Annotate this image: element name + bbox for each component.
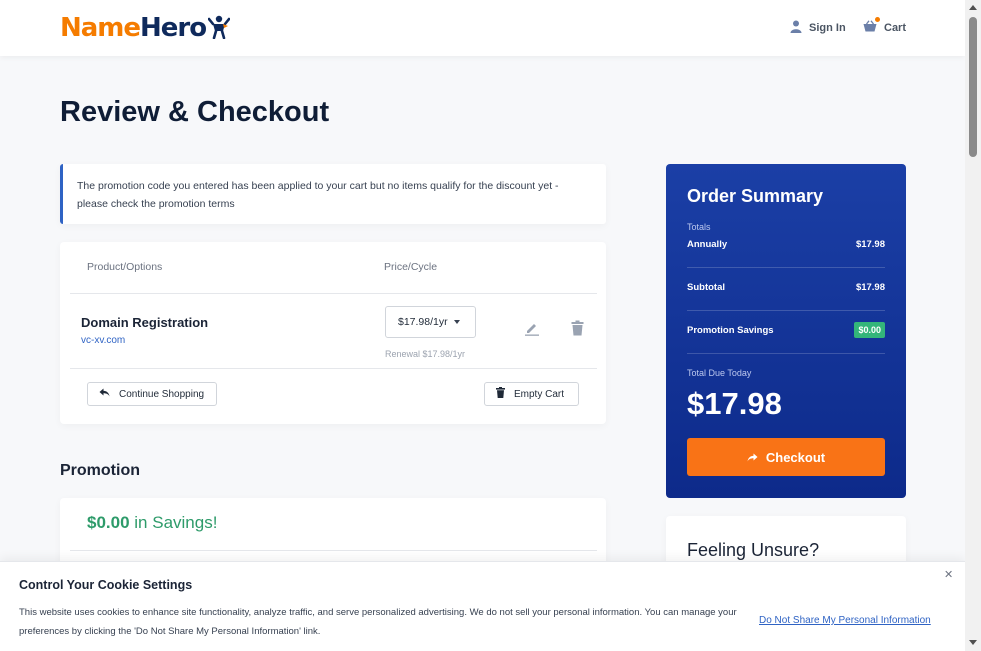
savings-amount: $0.00 bbox=[87, 513, 130, 532]
subtotal-value: $17.98 bbox=[855, 282, 885, 293]
page-title: Review & Checkout bbox=[60, 96, 330, 128]
cart-label: Cart bbox=[884, 21, 907, 34]
scrollbar-thumb[interactable] bbox=[969, 17, 977, 157]
column-header-product: Product/Options bbox=[87, 261, 163, 273]
checkout-label: Checkout bbox=[765, 449, 826, 465]
continue-shopping-button[interactable]: Continue Shopping bbox=[87, 382, 217, 406]
cookie-banner-text: This website uses cookies to enhance sit… bbox=[19, 607, 737, 637]
checkout-button[interactable]: Checkout bbox=[687, 438, 885, 476]
scroll-up-arrow-icon[interactable] bbox=[969, 5, 977, 10]
logo-text-hero: Hero bbox=[140, 13, 207, 43]
trash-icon bbox=[496, 387, 505, 401]
billing-cycle-select[interactable]: $17.98/1yr bbox=[385, 306, 476, 338]
cart-notification-dot bbox=[875, 17, 880, 22]
savings-summary: $0.00 in Savings! bbox=[87, 513, 217, 533]
divider bbox=[70, 368, 597, 369]
alert-message: The promotion code you entered has been … bbox=[77, 180, 559, 210]
divider bbox=[687, 267, 885, 268]
empty-cart-label: Empty Cart bbox=[514, 388, 565, 400]
share-arrow-icon bbox=[747, 450, 758, 465]
annually-value: $17.98 bbox=[855, 239, 885, 250]
billing-cycle-value: $17.98/1yr bbox=[398, 316, 448, 328]
cart-link[interactable]: Cart bbox=[863, 17, 907, 35]
user-icon bbox=[790, 20, 802, 36]
total-due-value: $17.98 bbox=[687, 386, 782, 421]
annually-label: Annually bbox=[687, 239, 728, 250]
sign-in-label: Sign In bbox=[809, 22, 846, 34]
savings-suffix: in Savings! bbox=[134, 513, 218, 532]
logo-text-name: Name bbox=[60, 13, 141, 43]
cookie-banner-title: Control Your Cookie Settings bbox=[19, 578, 193, 592]
site-header: NameHero Sign In Cart bbox=[0, 0, 965, 56]
sign-in-link[interactable]: Sign In bbox=[790, 20, 846, 36]
renewal-price: Renewal $17.98/1yr bbox=[385, 349, 466, 359]
subtotal-row: Subtotal $17.98 bbox=[687, 282, 885, 293]
empty-cart-button[interactable]: Empty Cart bbox=[484, 382, 579, 406]
divider bbox=[687, 353, 885, 354]
column-header-price: Price/Cycle bbox=[384, 261, 438, 273]
promotion-savings-row: Promotion Savings $0.00 bbox=[687, 322, 885, 338]
edit-icon[interactable] bbox=[524, 320, 540, 341]
promotion-heading: Promotion bbox=[60, 462, 140, 479]
promotion-savings-badge: $0.00 bbox=[854, 322, 885, 338]
divider bbox=[70, 293, 597, 294]
trash-icon[interactable] bbox=[571, 320, 584, 341]
namehero-logo[interactable]: NameHero bbox=[60, 12, 231, 47]
annually-row: Annually $17.98 bbox=[687, 239, 885, 250]
page-scrollbar[interactable] bbox=[965, 0, 981, 651]
continue-shopping-label: Continue Shopping bbox=[119, 388, 205, 400]
subtotal-label: Subtotal bbox=[687, 282, 725, 293]
item-domain-link[interactable]: vc-xv.com bbox=[81, 335, 125, 346]
basket-icon bbox=[863, 17, 880, 35]
hero-mascot-icon bbox=[207, 15, 231, 47]
order-summary-title: Order Summary bbox=[687, 186, 824, 206]
order-summary-panel: Order Summary Totals Annually $17.98 Sub… bbox=[666, 164, 906, 498]
promotion-savings-label: Promotion Savings bbox=[687, 324, 774, 336]
total-due-label: Total Due Today bbox=[687, 368, 752, 378]
divider bbox=[70, 550, 597, 551]
cookie-banner: Control Your Cookie Settings This websit… bbox=[0, 561, 965, 651]
do-not-share-link[interactable]: Do Not Share My Personal Information bbox=[759, 615, 931, 626]
cart-table: Product/Options Price/Cycle Domain Regis… bbox=[60, 242, 606, 424]
totals-label: Totals bbox=[687, 222, 711, 232]
reply-arrow-icon bbox=[99, 388, 110, 400]
divider bbox=[687, 310, 885, 311]
page-viewport: NameHero Sign In Cart Review & Checkout … bbox=[0, 0, 965, 651]
promotion-alert: The promotion code you entered has been … bbox=[60, 164, 606, 224]
chevron-down-icon bbox=[453, 320, 460, 324]
close-icon[interactable]: ✕ bbox=[944, 568, 953, 581]
scroll-down-arrow-icon[interactable] bbox=[969, 640, 977, 645]
feeling-unsure-heading: Feeling Unsure? bbox=[687, 540, 820, 560]
item-name: Domain Registration bbox=[81, 315, 209, 330]
